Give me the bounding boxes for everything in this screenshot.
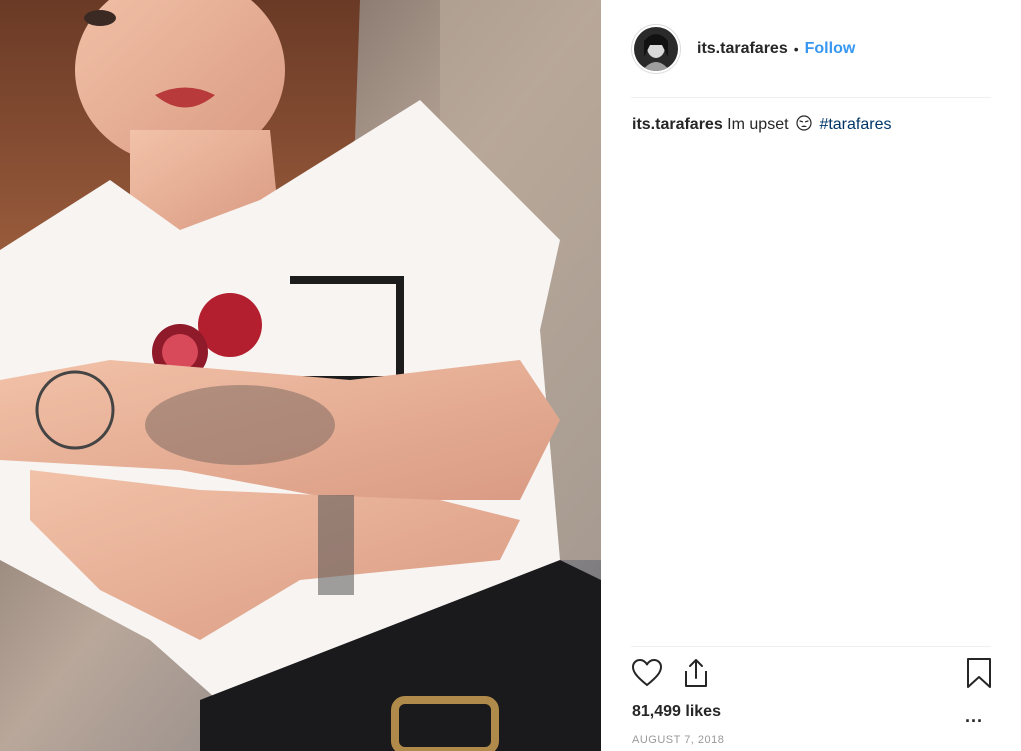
caption-text: Im upset	[727, 116, 789, 133]
tired-face-emoji-icon	[796, 115, 812, 136]
action-bar	[631, 657, 993, 697]
actions-divider	[631, 646, 991, 647]
share-icon[interactable]	[680, 657, 712, 694]
post-header: its.tarafares • Follow	[631, 22, 855, 76]
separator-dot: •	[793, 41, 799, 57]
likes-count[interactable]: 81,499 likes	[632, 703, 721, 721]
header-divider	[631, 97, 991, 98]
post-date: AUGUST 7, 2018	[632, 734, 725, 746]
heart-icon[interactable]	[631, 657, 663, 694]
follow-button[interactable]: Follow	[805, 40, 856, 58]
bookmark-icon[interactable]	[965, 657, 993, 694]
caption: its.tarafares Im upset #tarafares	[632, 115, 891, 136]
post-image	[0, 0, 601, 751]
post-photo[interactable]	[0, 0, 601, 751]
caption-username-link[interactable]: its.tarafares	[632, 116, 723, 133]
hashtag-link[interactable]: #tarafares	[819, 116, 891, 133]
avatar-image	[634, 27, 678, 71]
username-link[interactable]: its.tarafares	[697, 40, 788, 58]
more-options-button[interactable]: ...	[965, 706, 983, 727]
post-side-panel: its.tarafares • Follow its.tarafares Im …	[601, 0, 1021, 751]
avatar[interactable]	[631, 24, 681, 74]
